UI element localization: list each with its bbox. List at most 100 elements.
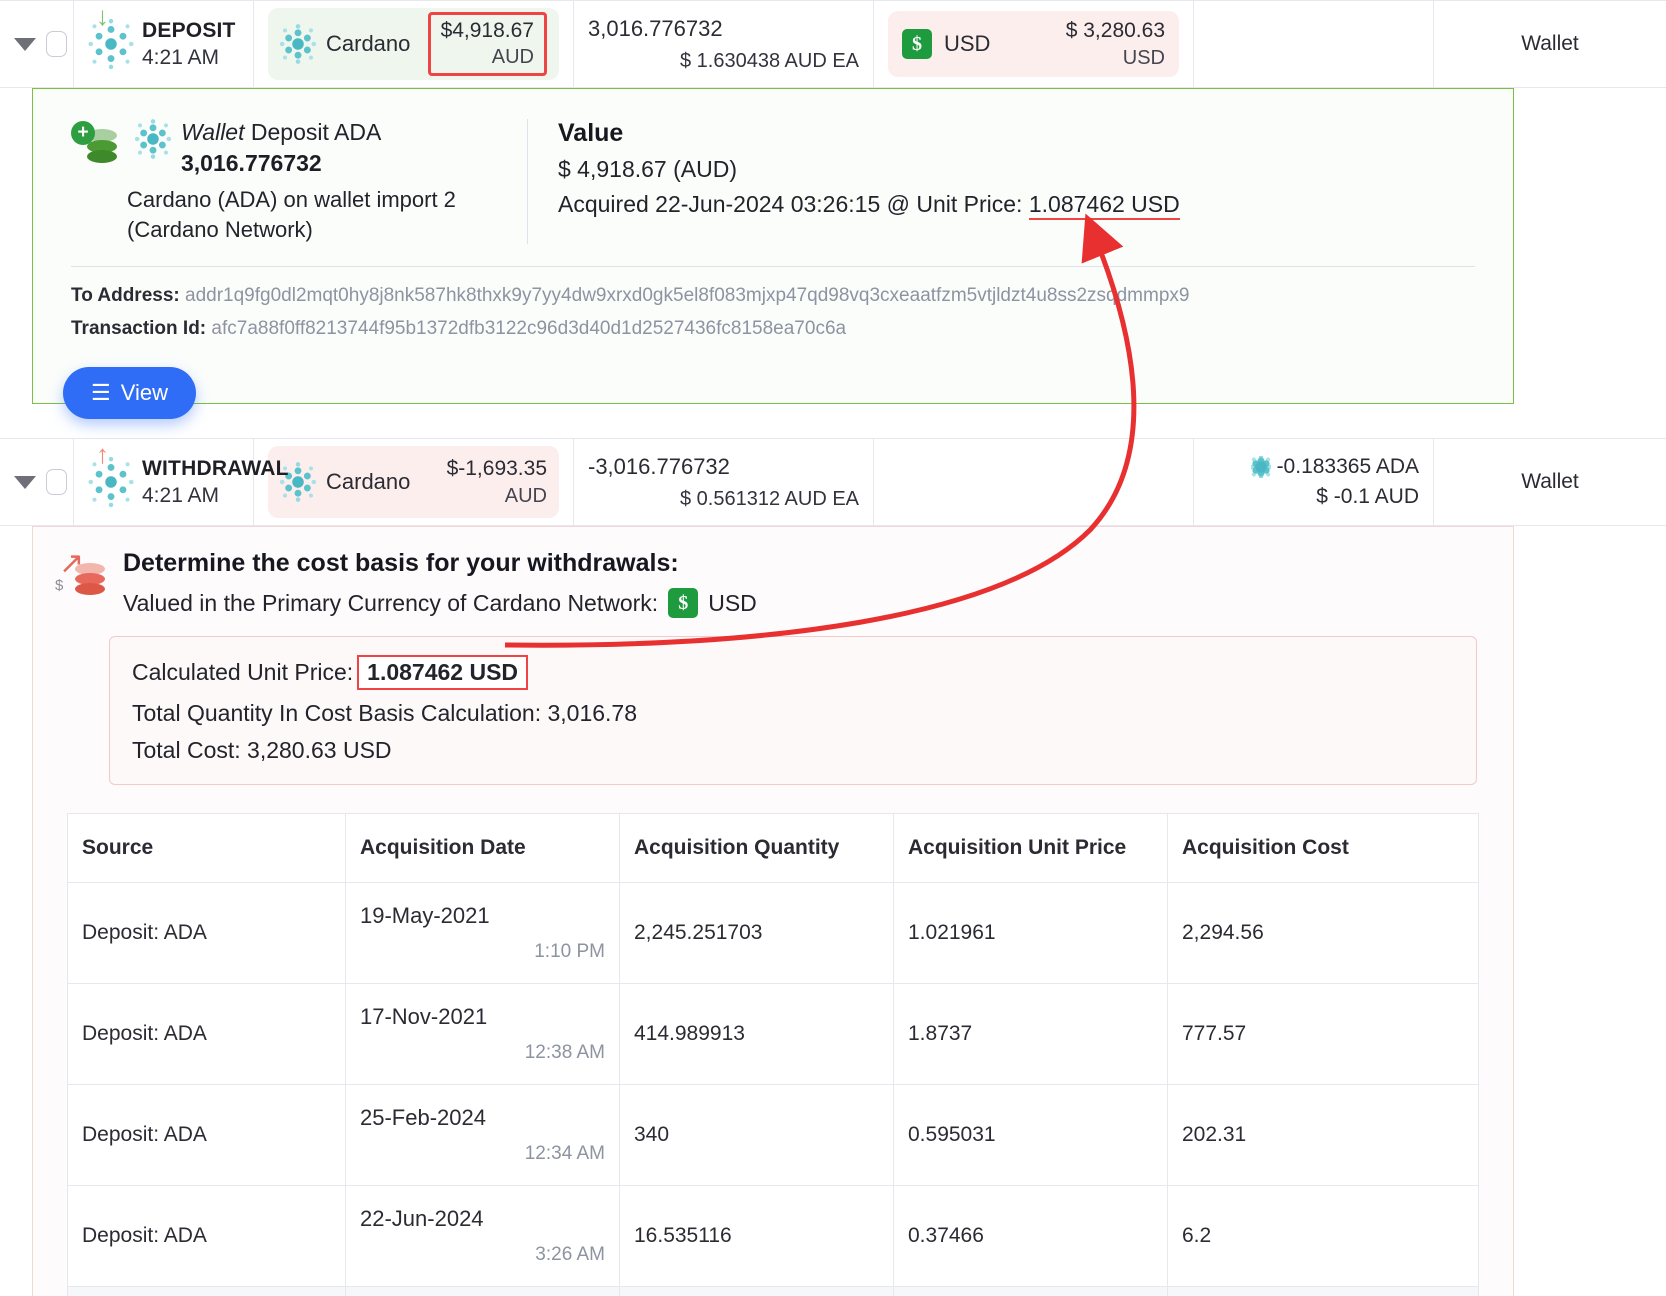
coins-plus-icon: +: [71, 119, 125, 167]
cell-date: 25-Feb-2024 12:34 AM: [345, 1084, 620, 1187]
cost-basis-title: Determine the cost basis for your withdr…: [123, 549, 679, 578]
deposit-value-block: Value $ 4,918.67 (AUD) Acquired 22-Jun-2…: [527, 119, 1180, 245]
cell-cost: 2,294.56: [1167, 882, 1479, 985]
transaction-id-row: Transaction Id: afc7a88f0ff8213744f95b13…: [71, 318, 1475, 340]
deposit-transaction-row[interactable]: ↓ DEPOSIT 4:21 AM Cardano $4,918.67 AUD …: [0, 0, 1666, 88]
cell-quantity: 16.535116: [619, 1185, 894, 1288]
withdrawal-type-cell: ↑ WITHDRAWAL 4:21 AM: [74, 439, 288, 526]
transaction-time: 4:21 AM: [142, 45, 220, 69]
cell-quantity: 340: [619, 1084, 894, 1187]
deposit-detail-title: Wallet Deposit ADA: [181, 119, 381, 146]
deposit-detail-title-rest: Deposit ADA: [244, 119, 382, 145]
valued-currency: USD: [708, 589, 757, 616]
cell-date-value: 22-Jun-2024: [360, 1206, 484, 1232]
table-row: Deposit: ADA 25-Feb-2024 12:34 AM 340 0.…: [67, 1084, 1479, 1187]
cell-time-value: 12:34 AM: [524, 1143, 605, 1165]
cell-cost: 202.31: [1167, 1084, 1479, 1187]
footer-blank-source: [67, 1286, 346, 1296]
cell-source: Deposit: ADA: [67, 1185, 346, 1288]
cell-time-value: 1:10 PM: [534, 941, 605, 963]
cell-source: Deposit: ADA: [67, 983, 346, 1086]
source-label: Wallet: [1521, 32, 1579, 55]
cost-basis-calc-box: Calculated Unit Price: 1.087462 USD Tota…: [109, 636, 1477, 786]
asset-value: $-1,693.35: [446, 456, 547, 480]
value-amount: $ 4,918.67 (AUD): [558, 156, 737, 182]
calculated-unit-price-line: Calculated Unit Price: 1.087462 USD: [132, 655, 1454, 691]
deposit-view-button-label: View: [120, 380, 169, 406]
caret-down-icon[interactable]: [14, 475, 36, 489]
column-acquisition-date: Acquisition Date: [345, 813, 620, 884]
calculated-unit-price-label: Calculated Unit Price:: [132, 659, 354, 686]
total-cost-line: Total Cost: 3,280.63 USD: [132, 737, 392, 764]
total-quantity-line: Total Quantity In Cost Basis Calculation…: [132, 700, 638, 727]
cell-date-value: 25-Feb-2024: [360, 1105, 486, 1131]
transaction-type-label: DEPOSIT: [142, 18, 236, 42]
to-address-label: To Address:: [71, 285, 180, 307]
withdrawal-quantity-cell: -3,016.776732 $ 0.561312 AUD EA: [574, 439, 874, 526]
cell-quantity: 414.989913: [619, 983, 894, 1086]
footer-blank-date: [345, 1286, 620, 1296]
acquired-prefix: Acquired 22-Jun-2024 03:26:15 @ Unit Pri…: [558, 191, 1029, 217]
valued-in-label: Valued in the Primary Currency of Cardan…: [123, 589, 659, 616]
deposit-detail-title-source: Wallet: [181, 119, 245, 145]
cell-date: 22-Jun-2024 3:26 AM: [345, 1185, 620, 1288]
unit-rate-value: $ 0.561312 AUD EA: [679, 487, 859, 510]
arrow-down-icon: ↓: [96, 1, 109, 31]
cell-date-value: 17-Nov-2021: [360, 1004, 488, 1030]
gain-fiat: $ -0.1 AUD: [1316, 485, 1419, 509]
deposit-source-cell: Wallet: [1434, 1, 1666, 87]
cell-cost: 777.57: [1167, 983, 1479, 1086]
row-checkbox[interactable]: [46, 31, 67, 57]
deposit-asset-cell: Cardano $4,918.67 AUD: [254, 1, 574, 87]
transaction-type-label: WITHDRAWAL: [142, 456, 289, 480]
withdrawal-gain-cell: -0.183365 ADA $ -0.1 AUD: [1194, 439, 1434, 526]
deposit-quantity-cell: 3,016.776732 $ 1.630438 AUD EA: [574, 1, 874, 87]
quantity-value: 3,016.776732: [588, 15, 723, 41]
cardano-icon: [280, 24, 316, 64]
unit-rate-value: $ 1.630438 AUD EA: [679, 49, 859, 72]
deposit-gain-cell: [1194, 1, 1434, 87]
cardano-icon: [1250, 456, 1271, 479]
cardano-icon: [88, 456, 134, 509]
transaction-id-value: afc7a88f0ff8213744f95b1372dfb3122c96d3d4…: [211, 318, 847, 340]
cell-time-value: 12:38 AM: [524, 1042, 605, 1064]
transaction-id-label: Transaction Id:: [71, 318, 207, 340]
deposit-detail-quantity: 3,016.776732: [181, 150, 322, 176]
value-heading: Value: [558, 119, 624, 147]
source-label: Wallet: [1521, 470, 1579, 494]
cardano-icon: [135, 119, 171, 159]
deposit-fiat-cell: $ USD $ 3,280.63 USD: [874, 1, 1194, 87]
withdrawal-transaction-row[interactable]: ↑ WITHDRAWAL 4:21 AM Cardano $-1,693.35 …: [0, 438, 1666, 527]
table-header-row: Source Acquisition Date Acquisition Quan…: [67, 813, 1479, 884]
acquired-line: Acquired 22-Jun-2024 03:26:15 @ Unit Pri…: [558, 191, 1180, 220]
footer-cost-total: $3,280.63: [1167, 1286, 1479, 1296]
cell-unit-price: 1.021961: [893, 882, 1168, 985]
deposit-type-cell: ↓ DEPOSIT 4:21 AM: [74, 1, 254, 87]
caret-down-icon[interactable]: [14, 37, 36, 51]
fiat-name: USD: [944, 31, 991, 56]
fiat-value: $ 3,280.63: [1065, 18, 1165, 42]
column-source: Source: [67, 813, 346, 884]
fiat-currency: USD: [1122, 46, 1165, 69]
cell-unit-price: 0.595031: [893, 1084, 1168, 1187]
usd-dollar-icon: $: [668, 588, 699, 619]
to-address-row: To Address: addr1q9fg0dl2mqt0hy8j8nk587h…: [71, 285, 1475, 307]
arrow-up-icon: ↑: [96, 439, 109, 470]
cost-basis-icon: ↗ $: [55, 549, 109, 601]
cell-unit-price: 0.37466: [893, 1185, 1168, 1288]
deposit-view-button[interactable]: ☰ View: [63, 367, 197, 420]
acquisitions-table: Source Acquisition Date Acquisition Quan…: [67, 813, 1479, 1296]
deposit-acquired-unit-price: 1.087462 USD: [1028, 191, 1180, 220]
table-row: Deposit: ADA 22-Jun-2024 3:26 AM 16.5351…: [67, 1185, 1479, 1288]
calculated-unit-price-highlight: 1.087462 USD: [357, 655, 529, 691]
deposit-detail-panel: + Wallet Deposit ADA 3,016.776732 Cardan…: [32, 88, 1514, 420]
footer-blank-unit-price: [893, 1286, 1168, 1296]
cell-cost: 6.2: [1167, 1185, 1479, 1288]
menu-icon: ☰: [91, 380, 111, 406]
row-checkbox[interactable]: [46, 469, 67, 496]
cost-basis-panel: ↗ $ Determine the cost basis for your wi…: [32, 526, 1514, 1296]
footer-quantity-total: 3,016.78: [619, 1286, 894, 1296]
row-controls: [0, 1, 74, 87]
transaction-time: 4:21 AM: [142, 483, 220, 507]
asset-currency: AUD: [491, 46, 534, 68]
